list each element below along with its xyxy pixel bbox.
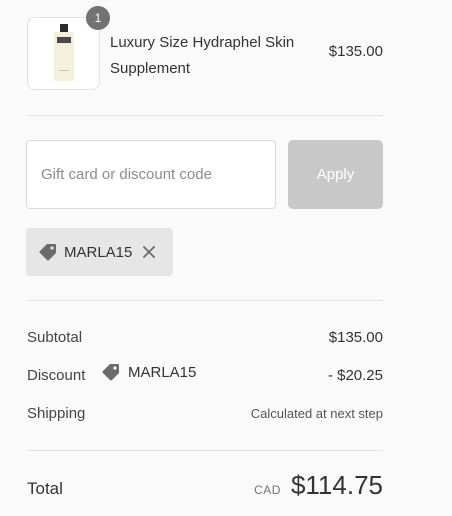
apply-button[interactable]: Apply <box>288 140 383 209</box>
shipping-label: Shipping <box>27 405 86 422</box>
discount-code-input[interactable] <box>26 140 276 209</box>
order-summary: 1 Luxury Size Hydraphel Skin Supplement … <box>0 0 452 516</box>
subtotal-label: Subtotal <box>27 329 83 346</box>
product-bottle-image <box>54 24 74 81</box>
shipping-value: Calculated at next step <box>250 406 383 421</box>
total-label: Total <box>27 479 63 498</box>
tag-icon <box>39 244 56 261</box>
divider <box>27 300 383 301</box>
applied-discount-code: MARLA15 <box>64 243 133 261</box>
close-icon[interactable] <box>142 245 156 259</box>
applied-discount-chip: MARLA15 <box>26 228 173 276</box>
quantity-badge: 1 <box>86 6 110 30</box>
subtotal-value: $135.00 <box>328 329 383 346</box>
product-price: $135.00 <box>328 43 383 60</box>
divider <box>27 450 383 451</box>
currency-code: CAD <box>254 483 281 497</box>
discount-code-tag: MARLA15 <box>101 362 196 382</box>
discount-label: Discount <box>27 367 86 384</box>
total-amount: $114.75 <box>290 470 383 500</box>
discount-code-text: MARLA15 <box>128 363 197 381</box>
product-thumbnail <box>27 17 100 90</box>
discount-value: - $20.25 <box>327 367 383 384</box>
product-name: Luxury Size Hydraphel Skin Supplement <box>110 34 295 77</box>
divider <box>27 115 383 116</box>
total-value: CAD $114.75 <box>254 470 383 501</box>
tag-icon <box>102 364 119 381</box>
